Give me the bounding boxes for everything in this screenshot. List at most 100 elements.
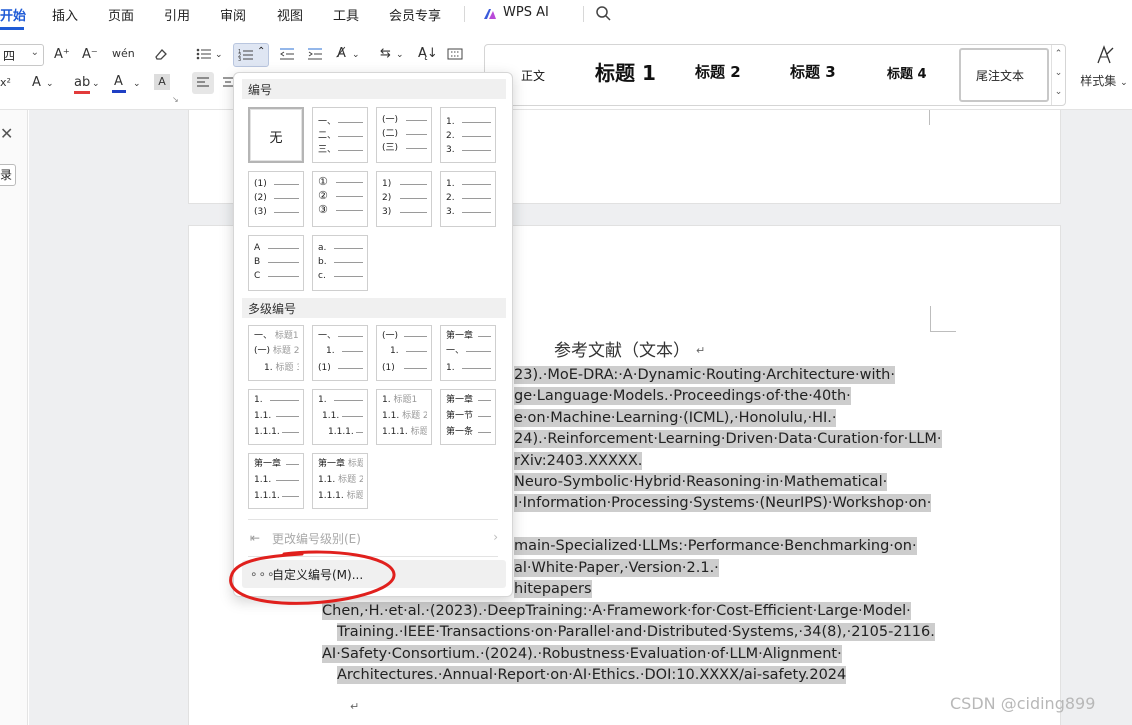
highlight-button[interactable]: ab: [74, 75, 90, 91]
reference-line: l·Information·Processing·Systems·(NeurIP…: [514, 494, 932, 512]
numbering-cn-paren-option[interactable]: (一) (二) (三): [376, 107, 432, 163]
tile-line: c.: [318, 270, 363, 282]
multilevel-option-3[interactable]: (一) 1. (1): [376, 325, 432, 381]
style-heading-1[interactable]: 标题 1: [595, 57, 656, 86]
numbering-paren-num-option[interactable]: (1) (2) (3): [248, 171, 304, 227]
bullet-list-icon[interactable]: [196, 47, 212, 61]
style-endnote-text-selected[interactable]: 尾注文本: [959, 48, 1049, 102]
tile-line: (一): [382, 114, 427, 126]
superscript-button[interactable]: x²: [0, 75, 11, 91]
numbering-num-dot-option[interactable]: 1. 2. 3.: [440, 107, 496, 163]
menu-divider: [583, 6, 584, 22]
tab-home[interactable]: 开始: [0, 5, 26, 24]
wps-ai-button[interactable]: WPS AI: [503, 5, 549, 20]
search-icon[interactable]: [595, 5, 612, 22]
eraser-icon[interactable]: [153, 46, 169, 62]
chevron-down-icon[interactable]: ⌄: [46, 76, 54, 92]
multilevel-option-4[interactable]: 第一章 一、 1.: [440, 325, 496, 381]
chevron-down-icon[interactable]: ⌄: [352, 47, 360, 63]
chevron-down-icon[interactable]: ⌄: [1052, 64, 1065, 83]
change-level-menu-item[interactable]: ⇤ 更改编号级别(E) ›: [242, 524, 506, 552]
decrease-indent-icon[interactable]: [279, 47, 295, 61]
numbering-num-dot-b-option[interactable]: 1. 2. 3.: [440, 171, 496, 227]
style-heading-2[interactable]: 标题 2: [695, 61, 741, 82]
tile-line: 1.: [446, 116, 491, 128]
chevron-down-icon[interactable]: ⌄: [92, 76, 100, 92]
numbering-num-rparen-option[interactable]: 1) 2) 3): [376, 171, 432, 227]
toc-tab[interactable]: 录: [0, 164, 16, 186]
numbering-cn-dun-option[interactable]: 一、 二、 三、: [312, 107, 368, 163]
tile-line: 1.1.1.: [254, 426, 299, 438]
tab-view[interactable]: 视图: [277, 5, 303, 24]
phonetic-guide-button[interactable]: wén: [112, 46, 135, 62]
tile-line: 1. 标题 3: [264, 363, 299, 373]
style-heading-4[interactable]: 标题 4: [887, 63, 927, 82]
custom-numbering-menu-item[interactable]: ∘∘∘ 自定义编号(M)...: [242, 560, 506, 588]
numbered-list-button[interactable]: 1 2 3 ⌃: [233, 43, 269, 67]
tile-line: 1.1.1.: [254, 490, 299, 502]
increase-indent-icon[interactable]: [307, 47, 323, 61]
tile-line: B: [254, 256, 299, 268]
shrink-font-button[interactable]: A⁻: [82, 47, 98, 63]
tile-line: 3.: [446, 206, 491, 218]
chevron-down-icon[interactable]: ⌄: [133, 76, 141, 92]
tile-line: ②: [318, 190, 363, 202]
tile-line: (三): [382, 142, 427, 154]
tile-line: 3.: [446, 144, 491, 156]
style-heading-3[interactable]: 标题 3: [790, 61, 836, 82]
tab-page[interactable]: 页面: [108, 5, 134, 24]
multilevel-option-1[interactable]: 一、 标题1 (一) 标题 2 1. 标题 3: [248, 325, 304, 381]
numbering-lower-letter-option[interactable]: a. b. c.: [312, 235, 368, 291]
multilevel-option-7[interactable]: 1. 标题1 1.1. 标题 2 1.1.1. 标题 3: [376, 389, 432, 445]
show-marks-icon[interactable]: [447, 47, 463, 61]
align-left-button[interactable]: [192, 72, 214, 94]
tab-insert[interactable]: 插入: [52, 5, 78, 24]
tile-line: ③: [318, 204, 363, 216]
grow-font-button[interactable]: A⁺: [54, 47, 70, 63]
tile-line: 2): [382, 192, 427, 204]
style-set-label: 样式集: [1080, 74, 1117, 88]
style-set-button[interactable]: 样式集 ⌄: [1076, 44, 1132, 104]
styles-gallery: 正文 标题 1 标题 2 标题 3 标题 4 尾注文本 ⌃ ⌄ ⌄: [484, 44, 1066, 106]
char-shading-button[interactable]: A: [154, 74, 170, 90]
chevron-up-icon[interactable]: ⌃: [1052, 45, 1065, 64]
numbering-circled-option[interactable]: ① ② ③: [312, 171, 368, 227]
multilevel-option-10[interactable]: 第一章 标题1 1.1. 标题 2 1.1.1. 标题 3: [312, 453, 368, 509]
line-spacing-icon[interactable]: ⇆: [380, 46, 391, 62]
more-styles-icon[interactable]: ⌄: [1052, 83, 1065, 102]
font-color-button[interactable]: A: [114, 74, 123, 90]
tile-line: 一、: [318, 116, 363, 128]
tile-line: A: [254, 242, 299, 254]
reference-line: rXiv:2403.XXXXX.: [514, 452, 643, 470]
font-dialog-launcher-icon[interactable]: ↘: [172, 92, 179, 108]
chevron-down-icon[interactable]: ⌄: [396, 47, 404, 63]
numbering-upper-letter-option[interactable]: A B C: [248, 235, 304, 291]
reference-line: AI·Safety·Consortium.·(2024).·Robustness…: [322, 645, 842, 663]
change-level-icon: ⇤: [250, 531, 261, 545]
multilevel-option-6[interactable]: 1. 1.1. 1.1.1.: [312, 389, 368, 445]
multilevel-option-8[interactable]: 第一章 第一节 第一条: [440, 389, 496, 445]
tile-line: (一): [382, 330, 427, 342]
tab-tools[interactable]: 工具: [333, 5, 359, 24]
sort-icon[interactable]: Ą↓: [418, 46, 438, 62]
text-effect-button[interactable]: A: [32, 75, 41, 91]
multilevel-option-5[interactable]: 1. 1.1. 1.1.1.: [248, 389, 304, 445]
tab-reference[interactable]: 引用: [164, 5, 190, 24]
menu-divider: [248, 556, 498, 557]
multilevel-option-2[interactable]: 一、 1. (1): [312, 325, 368, 381]
numbering-none-option[interactable]: 无: [248, 107, 304, 163]
tab-member[interactable]: 会员专享: [389, 5, 441, 24]
styles-scrollbar[interactable]: ⌃ ⌄ ⌄: [1051, 45, 1065, 105]
chevron-down-icon[interactable]: ⌄: [215, 47, 223, 63]
style-normal[interactable]: 正文: [521, 67, 545, 84]
font-size-select[interactable]: 四 ⌄: [0, 44, 44, 66]
tile-line: 第一条: [446, 426, 491, 438]
tab-review[interactable]: 审阅: [220, 5, 246, 24]
tile-line: (二): [382, 128, 427, 140]
ribbon: 四 ⌄ A⁺ A⁻ wén ⌄ 1 2 3 ⌃ A̸ ⌄ ⇆ ⌄ Ą↓ x² A: [0, 30, 1132, 110]
tile-line: 1.1.1. 标题 3: [318, 491, 363, 501]
tile-line: C: [254, 270, 299, 282]
multilevel-option-9[interactable]: 第一章 1.1. 1.1.1.: [248, 453, 304, 509]
close-icon[interactable]: ✕: [0, 124, 13, 143]
text-direction-button[interactable]: A̸: [337, 46, 346, 62]
